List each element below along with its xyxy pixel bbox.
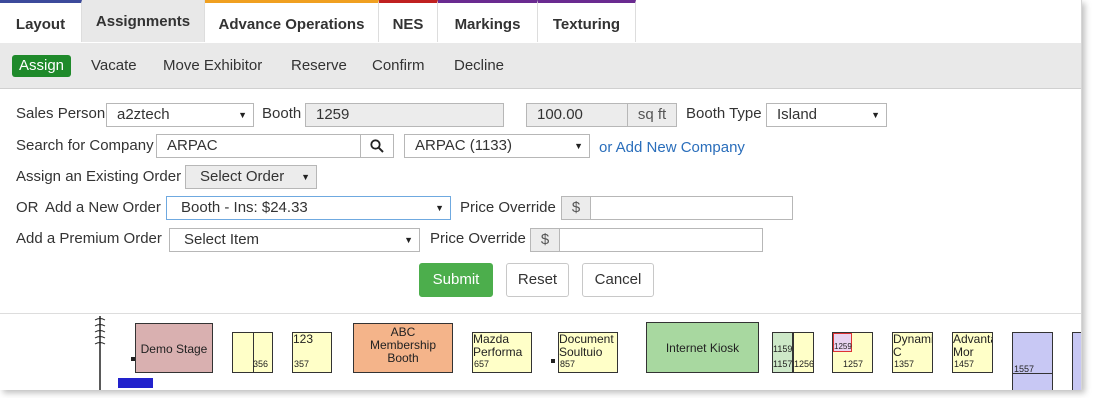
existing-order-label: Assign an Existing Order — [16, 168, 182, 185]
company-select[interactable]: ARPAC (1133) — [404, 134, 590, 158]
booth-type-label: Booth Type — [686, 105, 762, 122]
premium-price-override-input[interactable] — [559, 228, 763, 252]
booth-label: Demo Stage — [140, 342, 208, 356]
reserve-button[interactable]: Reserve — [291, 55, 347, 77]
tab-layout[interactable]: Layout — [0, 0, 82, 42]
assign-button[interactable]: Assign — [12, 55, 72, 77]
map-marker — [118, 378, 153, 388]
selected-booth-1259[interactable]: 1259 — [833, 333, 852, 352]
existing-order-select[interactable]: Select Order — [185, 165, 317, 189]
booth-label: 123 — [293, 332, 314, 346]
search-company-label: Search for Company — [16, 137, 154, 154]
floor-plan-map[interactable]: Demo Stage 356 123 357 ABC Membership Bo… — [0, 313, 1081, 390]
booth-demo-stage[interactable]: Demo Stage — [135, 323, 213, 373]
action-bar: Assign Vacate Move Exhibitor Reserve Con… — [0, 43, 1081, 89]
or-label: OR — [16, 199, 39, 216]
add-new-company-link[interactable]: or Add New Company — [599, 139, 745, 156]
tab-nes[interactable]: NES — [379, 0, 438, 42]
premium-item-select[interactable]: Select Item — [169, 228, 420, 252]
premium-order-label: Add a Premium Order — [16, 230, 162, 247]
sales-person-select[interactable]: a2ztech — [106, 103, 254, 127]
reset-button[interactable]: Reset — [506, 263, 569, 297]
vacate-button[interactable]: Vacate — [91, 55, 137, 77]
booth-internet-kiosk[interactable]: Internet Kiosk — [646, 322, 759, 373]
booth-1159[interactable]: 1159 1157 — [772, 332, 793, 373]
booth-label: Dynamic C — [893, 332, 932, 359]
booth-number: 1357 — [894, 359, 915, 369]
tab-assignments[interactable]: Assignments — [82, 0, 205, 42]
booth-type-select[interactable]: Island — [766, 103, 887, 127]
premium-price-override-label: Price Override — [430, 230, 526, 247]
booth-label: Internet Kiosk — [665, 341, 740, 355]
booth-1256[interactable]: 1256 — [793, 332, 814, 373]
search-icon — [370, 139, 384, 153]
booth-357[interactable]: 123 357 — [292, 332, 332, 373]
booth-label: Advanta Mor — [953, 332, 993, 359]
decline-button[interactable]: Decline — [454, 55, 504, 77]
cancel-button[interactable]: Cancel — [582, 263, 654, 297]
booth-857[interactable]: Document Soultuio 857 — [558, 332, 618, 373]
booth-1457[interactable]: Advanta Mor 1457 — [952, 332, 993, 373]
booth-number: 1159 — [773, 344, 793, 354]
booth-label: Document Soultuio — [559, 332, 614, 359]
booth-1257[interactable]: 1259 1257 — [832, 332, 873, 373]
booth-assignment-panel: Layout Assignments Advance Operations NE… — [0, 0, 1082, 390]
booth-number: 657 — [474, 359, 490, 369]
tab-bar: Layout Assignments Advance Operations NE… — [0, 0, 1081, 44]
booth-marker — [131, 357, 135, 361]
booth-number: 1259 — [834, 342, 852, 351]
premium-currency-symbol: $ — [530, 228, 560, 252]
booth-abc-membership[interactable]: ABC Membership Booth — [353, 323, 453, 373]
booth-number: 357 — [294, 359, 310, 369]
booth-label: ABC Membership Booth — [369, 325, 437, 365]
new-order-select[interactable]: Booth - Ins: $24.33 — [166, 196, 451, 220]
confirm-button[interactable]: Confirm — [372, 55, 425, 77]
booth-number: 1157 — [773, 359, 793, 369]
booth-size-field[interactable]: 100.00 — [526, 103, 628, 127]
map-ruler — [94, 316, 106, 390]
tab-advance-operations[interactable]: Advance Operations — [205, 0, 379, 42]
booth-edge[interactable] — [1072, 332, 1081, 390]
tab-texturing[interactable]: Texturing — [538, 0, 636, 42]
move-exhibitor-button[interactable]: Move Exhibitor — [163, 55, 262, 77]
booth-number-field[interactable]: 1259 — [305, 103, 504, 127]
booth-number: 1256 — [794, 359, 814, 369]
booth-marker — [551, 359, 555, 363]
sales-person-label: Sales Person — [16, 105, 106, 122]
new-order-label: Add a New Order — [45, 199, 161, 216]
price-override-input[interactable] — [590, 196, 793, 220]
booth-657[interactable]: Mazda Performa 657 — [472, 332, 532, 373]
price-override-label: Price Override — [460, 199, 556, 216]
booth-number: 1257 — [843, 359, 864, 369]
booth-number: 1557 — [1014, 364, 1035, 374]
booth-number: 356 — [253, 359, 269, 369]
tab-markings[interactable]: Markings — [438, 0, 538, 42]
booth-356[interactable]: 356 — [232, 332, 273, 373]
booth-number: 1457 — [954, 359, 975, 369]
booth-label: Booth — [262, 105, 302, 122]
booth-1557[interactable]: 1557 — [1012, 332, 1053, 390]
search-button[interactable] — [360, 134, 394, 158]
booth-label: Mazda Performa — [473, 332, 523, 359]
submit-button[interactable]: Submit — [419, 263, 493, 297]
currency-symbol: $ — [561, 196, 591, 220]
company-search-input[interactable]: ARPAC — [156, 134, 361, 158]
booth-number: 857 — [560, 359, 576, 369]
booth-1357[interactable]: Dynamic C 1357 — [892, 332, 933, 373]
sqft-unit: sq ft — [627, 103, 677, 127]
